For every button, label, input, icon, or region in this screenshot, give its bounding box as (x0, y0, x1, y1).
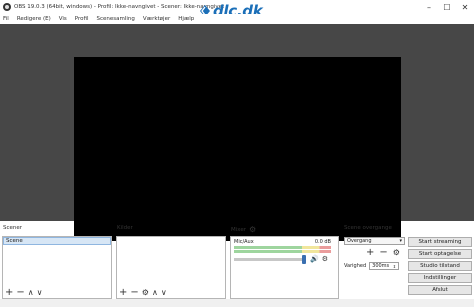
menu-help[interactable]: Hjælp (178, 16, 194, 22)
spinner-icon[interactable]: ⇕ (393, 264, 396, 269)
track-name: Mic/Aux (234, 238, 254, 245)
speaker-icon[interactable]: 🔊 (310, 255, 319, 263)
status-bar (0, 299, 474, 307)
scenes-panel: Scene + − ∧ ∨ (2, 236, 112, 299)
mixer-label: Mixer (231, 226, 247, 233)
gear-icon[interactable]: ⚙ (142, 288, 149, 297)
preview-canvas[interactable] (74, 57, 401, 241)
menu-file[interactable]: Fil (3, 16, 9, 22)
menu-tools[interactable]: Værktøjer (143, 16, 170, 22)
remove-source-icon[interactable]: − (130, 288, 138, 298)
mixer-track: Mic/Aux 0.0 dB 🔊 ⚙ (232, 238, 333, 264)
sources-label: Kilder (117, 225, 133, 231)
scenes-label: Scener (3, 225, 23, 231)
maximize-button[interactable]: ☐ (438, 0, 456, 14)
volume-meter (234, 250, 331, 253)
menu-bar: Fil Redigere (E) Vis Profil Scenesamling… (0, 14, 474, 24)
start-recording-button[interactable]: Start optagelse (408, 249, 472, 259)
transition-select-value: Overgang (347, 238, 372, 244)
duration-input[interactable]: 300ms ⇕ (369, 262, 400, 270)
scene-list-item[interactable]: Scene (3, 237, 111, 245)
menu-view[interactable]: Vis (59, 16, 67, 22)
exit-button[interactable]: Afslut (408, 285, 472, 295)
track-level: 0.0 dB (314, 238, 331, 245)
preview-area (0, 24, 474, 241)
duration-row: Varighed 300ms ⇕ (344, 262, 400, 270)
move-up-icon[interactable]: ∧ (28, 288, 34, 297)
track-gear-icon[interactable]: ⚙ (322, 255, 328, 263)
close-button[interactable]: ✕ (456, 0, 474, 14)
window-title: OBS 19.0.3 (64bit, windows) - Profil: Ik… (14, 4, 225, 10)
mixer-gear-icon[interactable]: ⚙ (249, 225, 256, 234)
chevron-down-icon: ▾ (399, 238, 402, 244)
move-down-icon[interactable]: ∨ (37, 288, 43, 297)
menu-scene-collection[interactable]: Scenesamling (97, 16, 135, 22)
move-down-icon[interactable]: ∨ (161, 288, 167, 297)
menu-edit[interactable]: Redigere (E) (17, 16, 51, 22)
sources-panel: + − ⚙ ∧ ∨ (116, 236, 226, 299)
transition-gear-icon[interactable]: ⚙ (393, 248, 400, 257)
mixer-panel: Mic/Aux 0.0 dB 🔊 ⚙ (230, 236, 339, 299)
mixer-label-row: Mixer ⚙ (231, 225, 256, 234)
mixer-track-header: Mic/Aux 0.0 dB (232, 238, 333, 245)
remove-transition-icon[interactable]: − (379, 248, 387, 258)
scenes-toolbar: + − ∧ ∨ (5, 288, 43, 298)
minimize-button[interactable]: – (420, 0, 438, 14)
move-up-icon[interactable]: ∧ (152, 288, 158, 297)
start-streaming-button[interactable]: Start streaming (408, 237, 472, 247)
volume-meter (234, 246, 331, 249)
transitions-label: Scene overgange (344, 225, 392, 231)
transition-select[interactable]: Overgang ▾ (344, 237, 405, 245)
settings-button[interactable]: Indstillinger (408, 273, 472, 283)
studio-mode-button[interactable]: Studio tilstand (408, 261, 472, 271)
volume-slider[interactable] (234, 254, 306, 264)
menu-profile[interactable]: Profil (75, 16, 89, 22)
volume-slider-handle[interactable] (302, 254, 306, 264)
fader-row: 🔊 ⚙ (232, 254, 333, 264)
transition-select-row: Overgang ▾ (344, 237, 405, 245)
obs-logo-icon (3, 3, 11, 11)
duration-label: Varighed (344, 263, 367, 269)
remove-scene-icon[interactable]: − (16, 288, 24, 298)
add-scene-icon[interactable]: + (5, 288, 13, 298)
sources-toolbar: + − ⚙ ∧ ∨ (119, 288, 167, 298)
add-transition-icon[interactable]: + (366, 248, 374, 258)
window-controls: – ☐ ✕ (420, 0, 474, 14)
add-source-icon[interactable]: + (119, 288, 127, 298)
transition-toolbar: + − ⚙ (366, 248, 400, 258)
duration-value: 300ms (372, 263, 390, 269)
